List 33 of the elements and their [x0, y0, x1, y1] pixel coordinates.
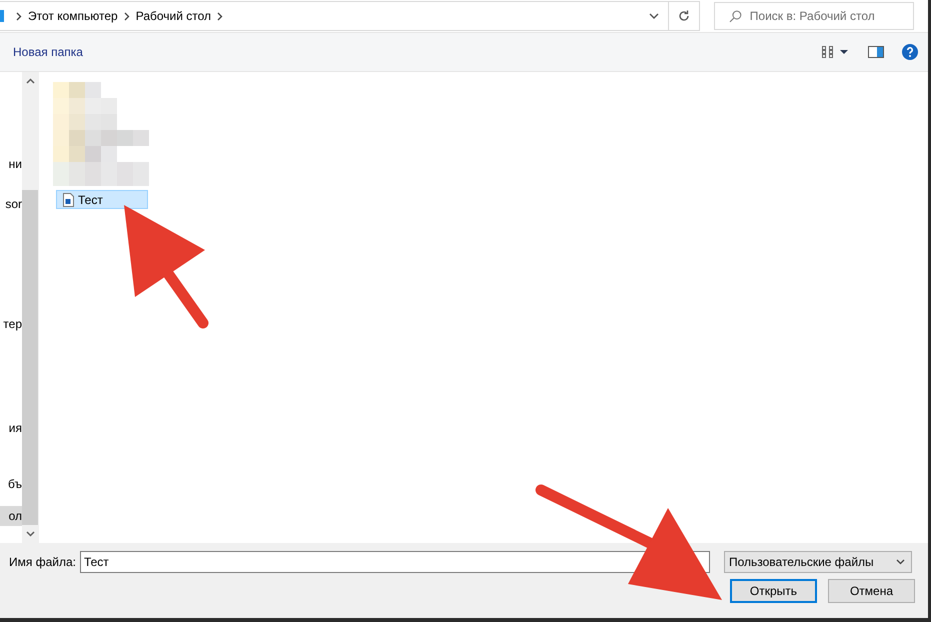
file-icon — [63, 192, 74, 206]
view-icon — [822, 46, 850, 58]
filename-label: Имя файла: — [9, 555, 76, 569]
preview-pane-icon[interactable] — [868, 46, 884, 58]
search-box[interactable]: Поиск в: Рабочий стол — [714, 2, 914, 30]
filename-field[interactable]: Тест — [80, 551, 710, 573]
sidebar-item[interactable]: ол — [0, 506, 22, 526]
search-icon — [729, 10, 742, 22]
chevron-icon — [16, 12, 22, 20]
breadcrumb[interactable]: Рабочий стол — [136, 9, 212, 23]
dropdown-icon[interactable] — [649, 13, 659, 19]
cancel-button[interactable]: Отмена — [828, 579, 915, 603]
file-item[interactable]: Тест — [56, 190, 148, 209]
view-options-button[interactable] — [822, 46, 850, 58]
address-bar[interactable]: Этот компьютер Рабочий стол — [0, 1, 700, 31]
scroll-down-icon[interactable] — [26, 531, 34, 537]
chevron-icon — [217, 12, 224, 20]
scroll-up-icon[interactable] — [26, 78, 34, 84]
search-field[interactable]: Поиск в: Рабочий стол — [750, 4, 913, 28]
refresh-icon[interactable] — [678, 10, 690, 22]
sidebar-item[interactable]: ия — [0, 418, 22, 438]
chevron-icon — [124, 12, 130, 20]
new-folder-button[interactable]: Новая папка — [13, 45, 83, 59]
open-button[interactable]: Открыть — [730, 579, 817, 603]
sidebar-item[interactable]: бъ — [0, 474, 22, 494]
sidebar-item[interactable]: sor — [0, 194, 22, 214]
sidebar-item[interactable]: тер — [0, 314, 22, 334]
file-type-dropdown[interactable]: Пользовательские файлы — [724, 551, 912, 573]
breadcrumb[interactable]: Этот компьютер — [28, 9, 118, 23]
scrollbar[interactable] — [22, 72, 38, 543]
help-icon[interactable] — [902, 44, 918, 60]
dropdown-icon — [896, 559, 905, 565]
sidebar-item[interactable]: ни — [0, 154, 22, 174]
